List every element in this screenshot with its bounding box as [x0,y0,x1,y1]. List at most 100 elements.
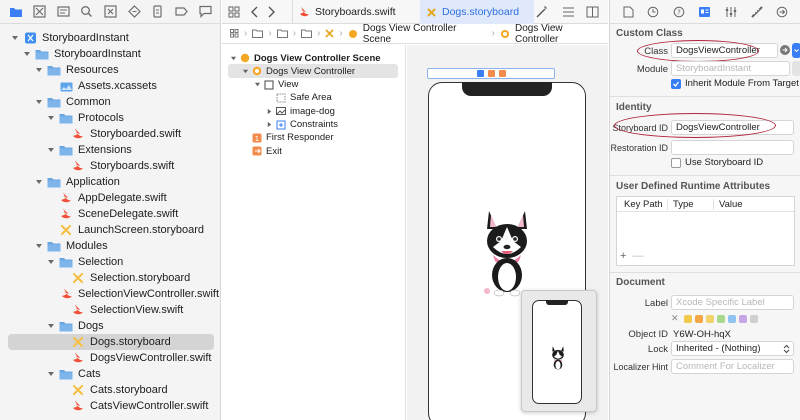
debug-icon[interactable] [149,3,167,21]
disclosure-triangle-icon[interactable] [46,257,56,267]
inherit-module-checkbox[interactable]: Inherit Module From Target [671,78,799,89]
tree-row[interactable]: Storyboards.swift [8,158,214,174]
tree-row-selected[interactable]: Dogs.storyboard [8,334,214,350]
checkbox-checked-icon[interactable] [671,78,681,89]
storyboard-file-icon[interactable] [325,29,335,38]
tree-row[interactable]: Storyboarded.swift [8,126,214,142]
color-swatch[interactable] [749,314,758,323]
file-inspector-icon[interactable] [623,6,634,18]
issue-icon[interactable] [101,3,119,21]
tree-row[interactable]: Selection.storyboard [8,270,214,286]
disclosure-triangle-icon[interactable] [34,241,44,251]
lock-select[interactable]: Inherited - (Nothing) [671,341,794,356]
jump-bar-scene[interactable]: Dogs View Controller Scene [363,23,487,45]
disclosure-triangle-icon[interactable] [34,177,44,187]
canvas-minimap[interactable] [521,290,597,412]
use-storyboard-id-checkbox[interactable]: Use Storyboard ID [671,157,763,168]
tab-storyboards-swift[interactable]: Storyboards.swift [292,0,420,24]
identity-icon[interactable] [698,6,711,18]
color-swatch[interactable] [716,314,725,323]
split-editor-icon[interactable] [586,6,599,18]
add-attribute-button[interactable]: + [620,250,626,262]
grid-icon[interactable] [230,29,239,38]
remove-attribute-button[interactable]: — [632,250,643,262]
tree-row[interactable]: AppDelegate.swift [8,190,214,206]
editor-options-icon[interactable] [562,6,575,18]
connections-arrow-icon[interactable] [776,6,788,18]
outline-row[interactable]: image-dog [228,104,398,118]
color-swatch[interactable] [683,314,692,323]
folder-icon[interactable] [7,3,25,21]
tree-row[interactable]: Assets.xcassets [8,78,214,94]
restoration-id-field[interactable] [671,140,794,155]
disclosure-triangle-icon[interactable] [252,81,262,88]
color-swatch[interactable] [738,314,747,323]
checkbox-unchecked-icon[interactable] [671,157,681,168]
tree-row[interactable]: Modules [8,238,214,254]
color-swatch[interactable] [705,314,714,323]
disclosure-triangle-icon[interactable] [34,65,44,75]
disclosure-triangle-icon[interactable] [46,145,56,155]
tree-row[interactable]: CatsViewController.swift [8,398,214,414]
outline-row[interactable]: Safe Area [228,91,398,105]
storyboard-canvas[interactable] [407,45,608,420]
folder-icon[interactable] [301,29,313,38]
tree-row[interactable]: SceneDelegate.swift [8,206,214,222]
breakpoint-icon[interactable] [172,3,190,21]
disclosure-triangle-icon[interactable] [228,55,238,62]
outline-row[interactable]: Constraints [228,118,398,132]
back-arrow-icon[interactable] [250,6,260,18]
wand-icon[interactable] [536,5,548,18]
tree-row[interactable]: Resources [8,62,214,78]
tree-row[interactable]: Protocols [8,110,214,126]
localizer-hint-field[interactable]: Comment For Localizer [671,359,794,374]
report-icon[interactable] [196,3,214,21]
class-navigate-arrow-icon[interactable] [780,45,790,55]
tree-row[interactable]: Extensions [8,142,214,158]
symbol-icon[interactable] [54,3,72,21]
test-icon[interactable] [125,3,143,21]
attributes-icon[interactable] [725,6,737,18]
outline-row[interactable]: 1 First Responder [228,131,398,145]
outline-row[interactable]: Dogs View Controller Scene [228,51,398,65]
forward-arrow-icon[interactable] [266,6,276,18]
runtime-attributes-table[interactable]: Key Path Type Value + — [616,196,795,266]
tree-row[interactable]: Application [8,174,214,190]
disclosure-triangle-icon[interactable] [240,68,250,75]
disclosure-triangle-icon[interactable] [34,97,44,107]
clear-color-button[interactable]: ✕ [671,313,679,324]
color-swatch[interactable] [694,314,703,323]
tree-row[interactable]: SelectionViewController.swift [8,286,219,302]
grid-icon[interactable] [228,6,240,18]
outline-row[interactable]: Exit [228,144,398,158]
tree-row[interactable]: Selection [8,254,214,270]
source-control-icon[interactable] [30,3,48,21]
module-dropdown-chevron-icon[interactable] [792,61,800,76]
dog-image[interactable] [479,207,535,297]
disclosure-triangle-icon[interactable] [264,108,274,115]
disclosure-triangle-icon[interactable] [22,49,32,59]
xcode-label-field[interactable]: Xcode Specific Label [671,295,794,310]
folder-icon[interactable] [252,29,264,38]
outline-row-selected[interactable]: Dogs View Controller [228,64,398,79]
folder-icon[interactable] [276,29,288,38]
class-dropdown-chevron-icon[interactable] [792,43,800,58]
vc-dock-icon[interactable] [476,70,484,77]
disclosure-triangle-icon[interactable] [10,33,20,43]
tab-dogs-storyboard[interactable]: Dogs.storyboard [420,0,534,24]
module-field[interactable]: StoryboardInstant [671,61,790,76]
disclosure-triangle-icon[interactable] [46,369,56,379]
jump-bar-controller[interactable]: Dogs View Controller [515,23,608,45]
disclosure-triangle-icon[interactable] [46,321,56,331]
tree-row[interactable]: Dogs [8,318,214,334]
tree-row[interactable]: Cats [8,366,214,382]
help-icon[interactable]: ? [673,6,685,18]
exit-dock-icon[interactable] [498,70,506,77]
tree-row[interactable]: StoryboardInstant [8,30,214,46]
tree-row[interactable]: LaunchScreen.storyboard [8,222,214,238]
tree-row[interactable]: Cats.storyboard [8,382,214,398]
outline-row[interactable]: View [228,78,398,92]
scene-dock[interactable] [427,68,555,79]
tree-row[interactable]: DogsViewController.swift [8,350,214,366]
search-icon[interactable] [78,3,96,21]
